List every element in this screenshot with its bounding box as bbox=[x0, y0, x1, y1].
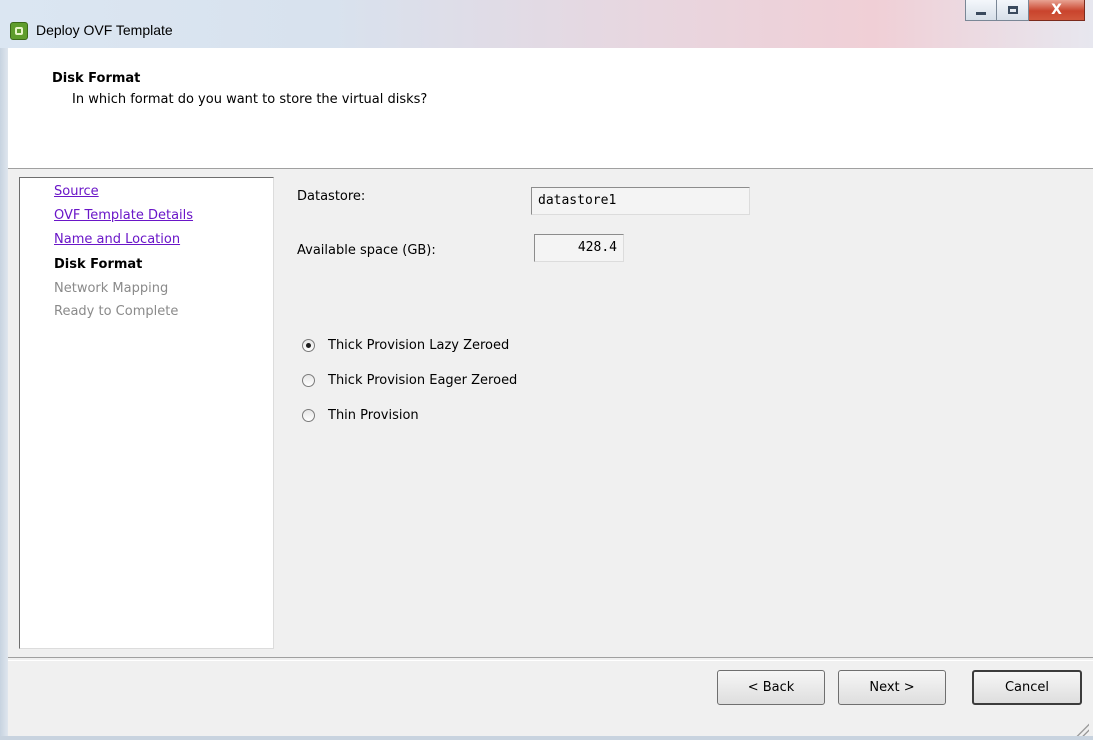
wizard-header: Disk Format In which format do you want … bbox=[8, 48, 1093, 169]
page-subtitle: In which format do you want to store the… bbox=[72, 92, 428, 107]
close-button[interactable]: X bbox=[1029, 0, 1085, 21]
radio-button-selected[interactable] bbox=[302, 339, 315, 352]
window-title: Deploy OVF Template bbox=[36, 22, 173, 38]
window-frame-left bbox=[0, 48, 8, 740]
title-bar[interactable]: Deploy OVF Template X bbox=[0, 0, 1093, 48]
next-button[interactable]: Next > bbox=[838, 670, 946, 705]
radio-button[interactable] bbox=[302, 374, 315, 387]
radio-button[interactable] bbox=[302, 409, 315, 422]
available-space-field: 428.4 bbox=[534, 234, 624, 262]
radio-label: Thick Provision Eager Zeroed bbox=[328, 373, 518, 388]
minimize-icon bbox=[976, 11, 986, 15]
maximize-icon bbox=[1007, 6, 1018, 14]
radio-label: Thin Provision bbox=[328, 408, 419, 423]
radio-thin-provision[interactable]: Thin Provision bbox=[302, 408, 419, 423]
datastore-label: Datastore: bbox=[297, 189, 366, 204]
cancel-button[interactable]: Cancel bbox=[972, 670, 1082, 705]
radio-thick-eager-zeroed[interactable]: Thick Provision Eager Zeroed bbox=[302, 373, 517, 388]
back-button[interactable]: < Back bbox=[717, 670, 825, 705]
step-source[interactable]: Source bbox=[54, 184, 99, 199]
available-space-label: Available space (GB): bbox=[297, 243, 436, 258]
resize-grip-icon[interactable] bbox=[1075, 722, 1089, 736]
minimize-button[interactable] bbox=[965, 0, 997, 21]
radio-thick-lazy-zeroed[interactable]: Thick Provision Lazy Zeroed bbox=[302, 338, 509, 353]
window-controls: X bbox=[965, 0, 1085, 22]
maximize-button[interactable] bbox=[997, 0, 1029, 21]
window-frame-bottom bbox=[0, 736, 1093, 740]
step-network-mapping: Network Mapping bbox=[54, 281, 169, 296]
wizard-steps-pane: Source OVF Template Details Name and Loc… bbox=[19, 177, 274, 649]
radio-label: Thick Provision Lazy Zeroed bbox=[328, 338, 510, 353]
close-icon: X bbox=[1051, 2, 1062, 18]
step-ovf-template-details[interactable]: OVF Template Details bbox=[54, 208, 193, 223]
page-title: Disk Format bbox=[52, 71, 141, 86]
footer-divider bbox=[8, 657, 1093, 661]
step-ready-to-complete: Ready to Complete bbox=[54, 304, 179, 319]
step-disk-format: Disk Format bbox=[54, 257, 143, 272]
step-name-and-location[interactable]: Name and Location bbox=[54, 232, 180, 247]
deploy-ovf-window: Deploy OVF Template X Disk Format In whi… bbox=[0, 0, 1093, 740]
datastore-field: datastore1 bbox=[531, 187, 750, 215]
vsphere-app-icon bbox=[10, 22, 28, 40]
